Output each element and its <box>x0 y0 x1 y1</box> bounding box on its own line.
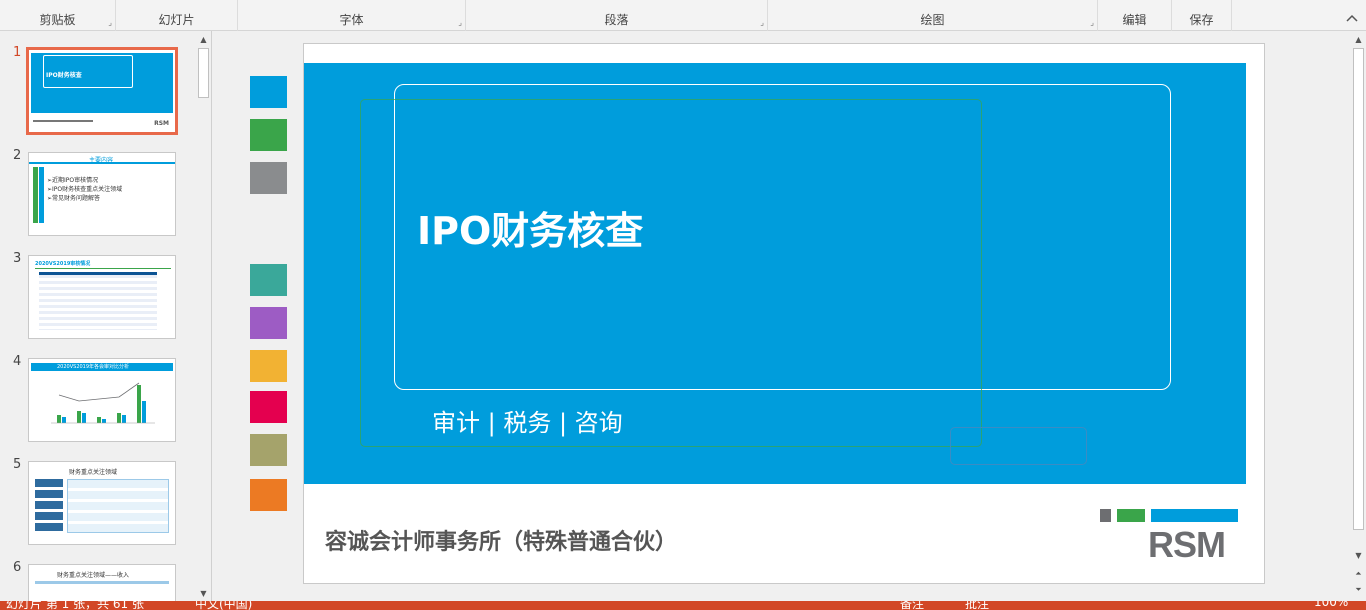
drawing-launcher-icon[interactable]: ⌟ <box>1090 18 1094 27</box>
thumbnail-content <box>67 479 169 533</box>
thumbnail-item: ➢常见财务问题解答 <box>47 195 101 202</box>
placeholder-outline[interactable] <box>360 99 982 447</box>
font-launcher-icon[interactable]: ⌟ <box>458 18 462 27</box>
clipboard-group: 剪贴板 ⌟ <box>0 0 116 31</box>
thumbnail-title: 财务重点关注领域——收入 <box>57 572 130 579</box>
thumbnail-rule <box>35 581 169 584</box>
slide-subtitle[interactable]: 审计 | 税务 | 咨询 <box>432 403 623 438</box>
thumbnail-bar-green <box>33 167 38 223</box>
slide-thumbnail-4[interactable]: 2020VS2019年各会审对比分析 <box>28 358 176 442</box>
scroll-down-icon[interactable]: ▼ <box>1351 549 1366 563</box>
slides-group: 幻灯片 <box>116 0 238 31</box>
font-group-label: 字体 <box>339 13 364 27</box>
thumbnail-rule <box>35 268 171 269</box>
placeholder-outline-small[interactable] <box>950 427 1087 465</box>
thumbnail-item: ➢IPO财务核查重点关注领域 <box>47 186 123 193</box>
paragraph-group: 段落 ⌟ <box>466 0 768 31</box>
thumbnail-number: 6 <box>13 560 22 575</box>
thumbnail-number: 3 <box>13 251 22 266</box>
color-swatch <box>250 264 287 296</box>
color-swatch <box>250 434 287 466</box>
title-band: IPO财务核查 审计 | 税务 | 咨询 <box>304 63 1246 484</box>
thumbnail-bar-blue <box>39 167 44 223</box>
slide-thumbnails-pane: 1 IPO财务核查 RSM 2 主要内容 ➢近期IPO审核情况 ➢IPO财务核查… <box>0 31 212 604</box>
save-group-label: 保存 <box>1189 13 1214 27</box>
current-slide[interactable]: IPO财务核查 审计 | 税务 | 咨询 容诚会计师事务所（特殊普通合伙） RS… <box>303 43 1265 584</box>
color-swatch <box>250 350 287 382</box>
thumbnail-chart <box>51 382 155 424</box>
rsm-logo-text: RSM <box>1148 524 1226 565</box>
slide-thumbnail-5[interactable]: 财务重点关注领域 <box>28 461 176 545</box>
slide-thumbnail-3[interactable]: 2020VS2019审核情况 <box>28 255 176 339</box>
thumbnail-number: 4 <box>13 354 22 369</box>
slide-scrollbar[interactable]: ▲ ▼ ⏶ ⏷ <box>1351 33 1366 601</box>
next-slide-icon[interactable]: ⏷ <box>1351 583 1366 597</box>
thumbnail-company <box>33 120 93 122</box>
font-group: 字体 ⌟ <box>238 0 466 31</box>
scroll-up-icon[interactable]: ▲ <box>1351 33 1366 47</box>
thumbnails-scrollbar[interactable]: ▲ ▼ <box>196 33 211 601</box>
scroll-up-icon[interactable]: ▲ <box>196 33 211 47</box>
status-bar: 幻灯片 第 1 张，共 61 张 中文(中国) 备注 批注 100% <box>0 601 1366 610</box>
save-group: 保存 <box>1172 0 1232 31</box>
thumbnail-title: 2020VS2019年各会审对比分析 <box>57 364 130 370</box>
thumbnail-number: 1 <box>13 45 22 60</box>
thumbnail-table <box>39 272 157 330</box>
thumbnail-number: 2 <box>13 148 22 163</box>
slide-title[interactable]: IPO财务核查 <box>417 200 643 255</box>
notes-button[interactable]: 备注 <box>900 601 924 610</box>
rsm-logo-bars <box>1100 509 1238 522</box>
color-swatch <box>250 307 287 339</box>
clipboard-group-label: 剪贴板 <box>39 13 76 27</box>
editing-group: 编辑 <box>1098 0 1172 31</box>
slide-thumbnail-1[interactable]: IPO财务核查 RSM <box>26 47 178 135</box>
color-swatch <box>250 76 287 108</box>
drawing-group-label: 绘图 <box>920 13 945 27</box>
paragraph-group-label: 段落 <box>604 13 629 27</box>
drawing-group: 绘图 ⌟ <box>768 0 1098 31</box>
scroll-down-icon[interactable]: ▼ <box>196 587 211 601</box>
thumbnail-title: 财务重点关注领域 <box>69 469 118 476</box>
paragraph-launcher-icon[interactable]: ⌟ <box>760 18 764 27</box>
slide-thumbnail-2[interactable]: 主要内容 ➢近期IPO审核情况 ➢IPO财务核查重点关注领域 ➢常见财务问题解答 <box>28 152 176 236</box>
previous-slide-icon[interactable]: ⏶ <box>1351 567 1366 581</box>
scrollbar-thumb[interactable] <box>198 48 209 98</box>
ribbon: 剪贴板 ⌟ 幻灯片 字体 ⌟ 段落 ⌟ 绘图 ⌟ 编辑 保存 <box>0 0 1366 31</box>
language-indicator[interactable]: 中文(中国) <box>195 601 252 610</box>
color-swatch <box>250 119 287 151</box>
clipboard-launcher-icon[interactable]: ⌟ <box>108 18 112 27</box>
color-swatch <box>250 162 287 194</box>
thumbnail-title: 主要内容 <box>89 157 114 164</box>
chevron-up-icon[interactable] <box>1346 10 1358 26</box>
editing-group-label: 编辑 <box>1122 13 1147 27</box>
slide-editing-area: IPO财务核查 审计 | 税务 | 咨询 容诚会计师事务所（特殊普通合伙） RS… <box>216 31 1364 601</box>
thumbnail-item: ➢近期IPO审核情况 <box>47 177 99 184</box>
slide-thumbnail-6[interactable]: 财务重点关注领域——收入 <box>28 564 176 604</box>
company-name[interactable]: 容诚会计师事务所（特殊普通合伙） <box>325 524 677 556</box>
slide-count: 幻灯片 第 1 张，共 61 张 <box>6 601 144 610</box>
thumbnail-logo: RSM <box>154 120 169 127</box>
comments-button[interactable]: 批注 <box>965 601 989 610</box>
thumbnail-title: 2020VS2019审核情况 <box>35 261 91 267</box>
color-swatch <box>250 391 287 423</box>
color-swatch <box>250 479 287 511</box>
slides-group-label: 幻灯片 <box>158 13 195 27</box>
thumbnail-labels <box>35 479 63 533</box>
thumbnail-title: IPO财务核查 <box>46 72 82 79</box>
scrollbar-thumb[interactable] <box>1353 48 1364 530</box>
thumbnail-number: 5 <box>13 457 22 472</box>
zoom-level[interactable]: 100% <box>1314 601 1348 609</box>
